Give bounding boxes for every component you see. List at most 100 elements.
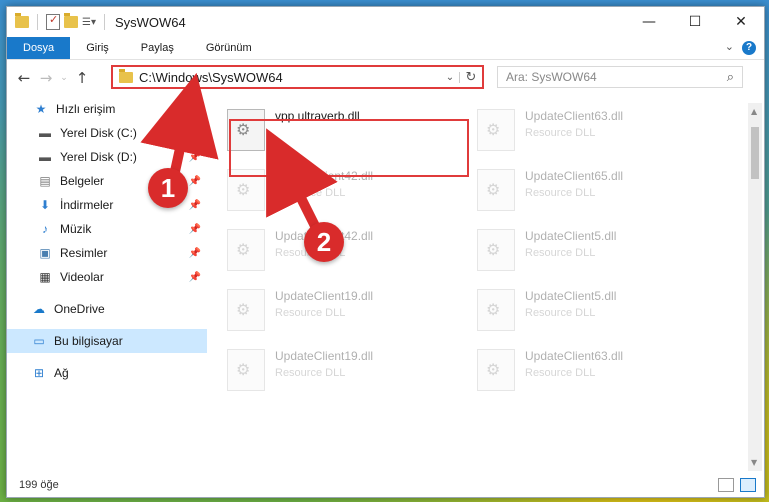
window-title: SysWOW64 bbox=[114, 14, 186, 30]
sidebar-item-label: Hızlı erişim bbox=[56, 102, 116, 116]
refresh-icon[interactable]: ↻ bbox=[460, 70, 482, 85]
tab-file[interactable]: Dosya bbox=[7, 37, 71, 59]
search-input[interactable]: Ara: SysWOW64 ⌕ bbox=[497, 66, 743, 88]
file-type: Resource DLL bbox=[525, 367, 596, 379]
file-item[interactable]: UpdateClient63.dll Resource DLL bbox=[473, 343, 713, 395]
dll-file-icon bbox=[227, 229, 265, 271]
tab-home[interactable]: Giriş bbox=[70, 37, 125, 59]
help-icon[interactable]: ? bbox=[742, 41, 756, 55]
file-name: UpdateClient65.dll bbox=[525, 169, 624, 183]
chevron-down-icon[interactable]: ⌄ bbox=[441, 71, 460, 83]
pin-icon[interactable]: 📌 bbox=[189, 128, 201, 139]
file-item[interactable]: UpdateClient42.dll Resource DLL bbox=[223, 223, 463, 275]
item-count: 199 öğe bbox=[19, 479, 59, 491]
file-item[interactable]: UpdateClient65.dll Resource DLL bbox=[473, 163, 713, 215]
file-name: UpdateClient19.dll bbox=[275, 349, 374, 363]
sidebar-item-music[interactable]: ♪ Müzik 📌 bbox=[7, 217, 207, 241]
folder-icon bbox=[119, 68, 133, 83]
address-bar[interactable]: C:\Windows\SysWOW64 ⌄ ↻ bbox=[111, 65, 484, 89]
file-type: Resource DLL bbox=[275, 307, 346, 319]
divider bbox=[37, 14, 38, 30]
file-item[interactable]: UpdateClient63.dll Resource DLL bbox=[473, 103, 713, 155]
highlight-box-file bbox=[229, 119, 469, 177]
file-name: UpdateClient5.dll bbox=[525, 289, 617, 303]
file-type: Resource DLL bbox=[275, 187, 346, 199]
minimize-button[interactable]: — bbox=[626, 7, 672, 37]
sidebar-item-label: Resimler bbox=[60, 246, 108, 260]
maximize-button[interactable]: ☐ bbox=[672, 7, 718, 37]
search-placeholder: Ara: SysWOW64 bbox=[506, 70, 597, 84]
dll-file-icon bbox=[227, 349, 265, 391]
sidebar-item-pictures[interactable]: ▣ Resimler 📌 bbox=[7, 241, 207, 265]
file-item[interactable]: UpdateClient5.dll Resource DLL bbox=[473, 283, 713, 335]
quick-access-toolbar: ☰▾ bbox=[7, 13, 109, 30]
address-path[interactable]: C:\Windows\SysWOW64 bbox=[139, 70, 441, 85]
file-name: UpdateClient63.dll bbox=[525, 109, 624, 123]
search-icon: ⌕ bbox=[726, 69, 734, 84]
dll-file-icon bbox=[477, 109, 515, 151]
file-type: Resource DLL bbox=[525, 247, 596, 259]
sidebar-item-videos[interactable]: ▦ Videolar 📌 bbox=[7, 265, 207, 289]
close-button[interactable]: ✕ bbox=[718, 7, 764, 37]
divider bbox=[103, 14, 105, 30]
customize-toolbar-icon[interactable]: ☰▾ bbox=[82, 17, 96, 28]
pin-icon[interactable]: 📌 bbox=[189, 176, 201, 187]
sidebar-item-label: İndirmeler bbox=[60, 198, 114, 212]
sidebar-item-this-pc[interactable]: ▭ Bu bilgisayar bbox=[7, 329, 207, 353]
tab-view[interactable]: Görünüm bbox=[190, 37, 268, 59]
file-type: Resource DLL bbox=[525, 127, 596, 139]
sidebar-item-label: Yerel Disk (C:) bbox=[60, 126, 137, 140]
sidebar-item-network[interactable]: ⊞ Ağ bbox=[7, 361, 207, 385]
sidebar-item-label: Videolar bbox=[60, 270, 104, 284]
window-controls: — ☐ ✕ bbox=[626, 7, 764, 37]
file-item[interactable]: UpdateClient19.dll Resource DLL bbox=[223, 283, 463, 335]
new-folder-icon[interactable] bbox=[64, 13, 78, 28]
up-button[interactable]: ↑ bbox=[71, 69, 93, 87]
drive-icon: ▬ bbox=[39, 126, 51, 140]
title-bar: ☰▾ SysWOW64 — ☐ ✕ bbox=[7, 7, 764, 37]
back-button[interactable]: ← bbox=[13, 69, 35, 87]
recent-locations-icon[interactable]: ⌄ bbox=[57, 73, 71, 83]
scrollbar-thumb[interactable] bbox=[751, 127, 759, 179]
sidebar-item-local-disk-c[interactable]: ▬ Yerel Disk (C:) 📌 bbox=[7, 121, 207, 145]
file-name: UpdateClient19.dll bbox=[275, 289, 374, 303]
network-icon: ⊞ bbox=[33, 366, 45, 380]
pin-icon[interactable]: 📌 bbox=[189, 224, 201, 235]
expand-ribbon-icon[interactable]: ⌄ bbox=[725, 40, 734, 53]
file-item[interactable]: UpdateClient5.dll Resource DLL bbox=[473, 223, 713, 275]
cloud-icon: ☁ bbox=[33, 302, 45, 316]
documents-icon: ▤ bbox=[39, 174, 51, 188]
tiles-view-icon[interactable] bbox=[740, 478, 756, 492]
pictures-icon: ▣ bbox=[39, 246, 51, 260]
computer-icon: ▭ bbox=[33, 334, 45, 348]
navigation-pane: ★ Hızlı erişim ▬ Yerel Disk (C:) 📌 ▬ Yer… bbox=[7, 97, 207, 471]
details-view-icon[interactable] bbox=[718, 478, 734, 492]
pin-icon[interactable]: 📌 bbox=[189, 152, 201, 163]
view-switcher bbox=[718, 478, 756, 492]
pin-icon[interactable]: 📌 bbox=[189, 272, 201, 283]
sidebar-item-local-disk-d[interactable]: ▬ Yerel Disk (D:) 📌 bbox=[7, 145, 207, 169]
sidebar-item-label: Yerel Disk (D:) bbox=[60, 150, 137, 164]
video-icon: ▦ bbox=[39, 270, 51, 284]
file-type: Resource DLL bbox=[525, 307, 596, 319]
dll-file-icon bbox=[477, 229, 515, 271]
file-name: UpdateClient63.dll bbox=[525, 349, 624, 363]
tab-share[interactable]: Paylaş bbox=[125, 37, 190, 59]
sidebar-item-label: Müzik bbox=[60, 222, 92, 236]
step-badge-1: 1 bbox=[148, 168, 188, 208]
pin-icon[interactable]: 📌 bbox=[189, 248, 201, 259]
sidebar-item-quick-access[interactable]: ★ Hızlı erişim bbox=[7, 97, 207, 121]
sidebar-item-onedrive[interactable]: ☁ OneDrive bbox=[7, 297, 207, 321]
forward-button[interactable]: → bbox=[35, 69, 57, 87]
music-icon: ♪ bbox=[42, 222, 48, 236]
scroll-up-icon[interactable]: ▲ bbox=[751, 107, 757, 116]
file-type: Resource DLL bbox=[275, 367, 346, 379]
file-item[interactable]: UpdateClient19.dll Resource DLL bbox=[223, 343, 463, 395]
pin-icon[interactable]: 📌 bbox=[189, 200, 201, 211]
drive-icon: ▬ bbox=[39, 150, 51, 164]
vertical-scrollbar[interactable]: ▲ ▼ bbox=[748, 103, 762, 471]
properties-icon[interactable] bbox=[46, 13, 60, 30]
scroll-down-icon[interactable]: ▼ bbox=[751, 458, 757, 467]
dll-file-icon bbox=[477, 169, 515, 211]
dll-file-icon bbox=[227, 289, 265, 331]
